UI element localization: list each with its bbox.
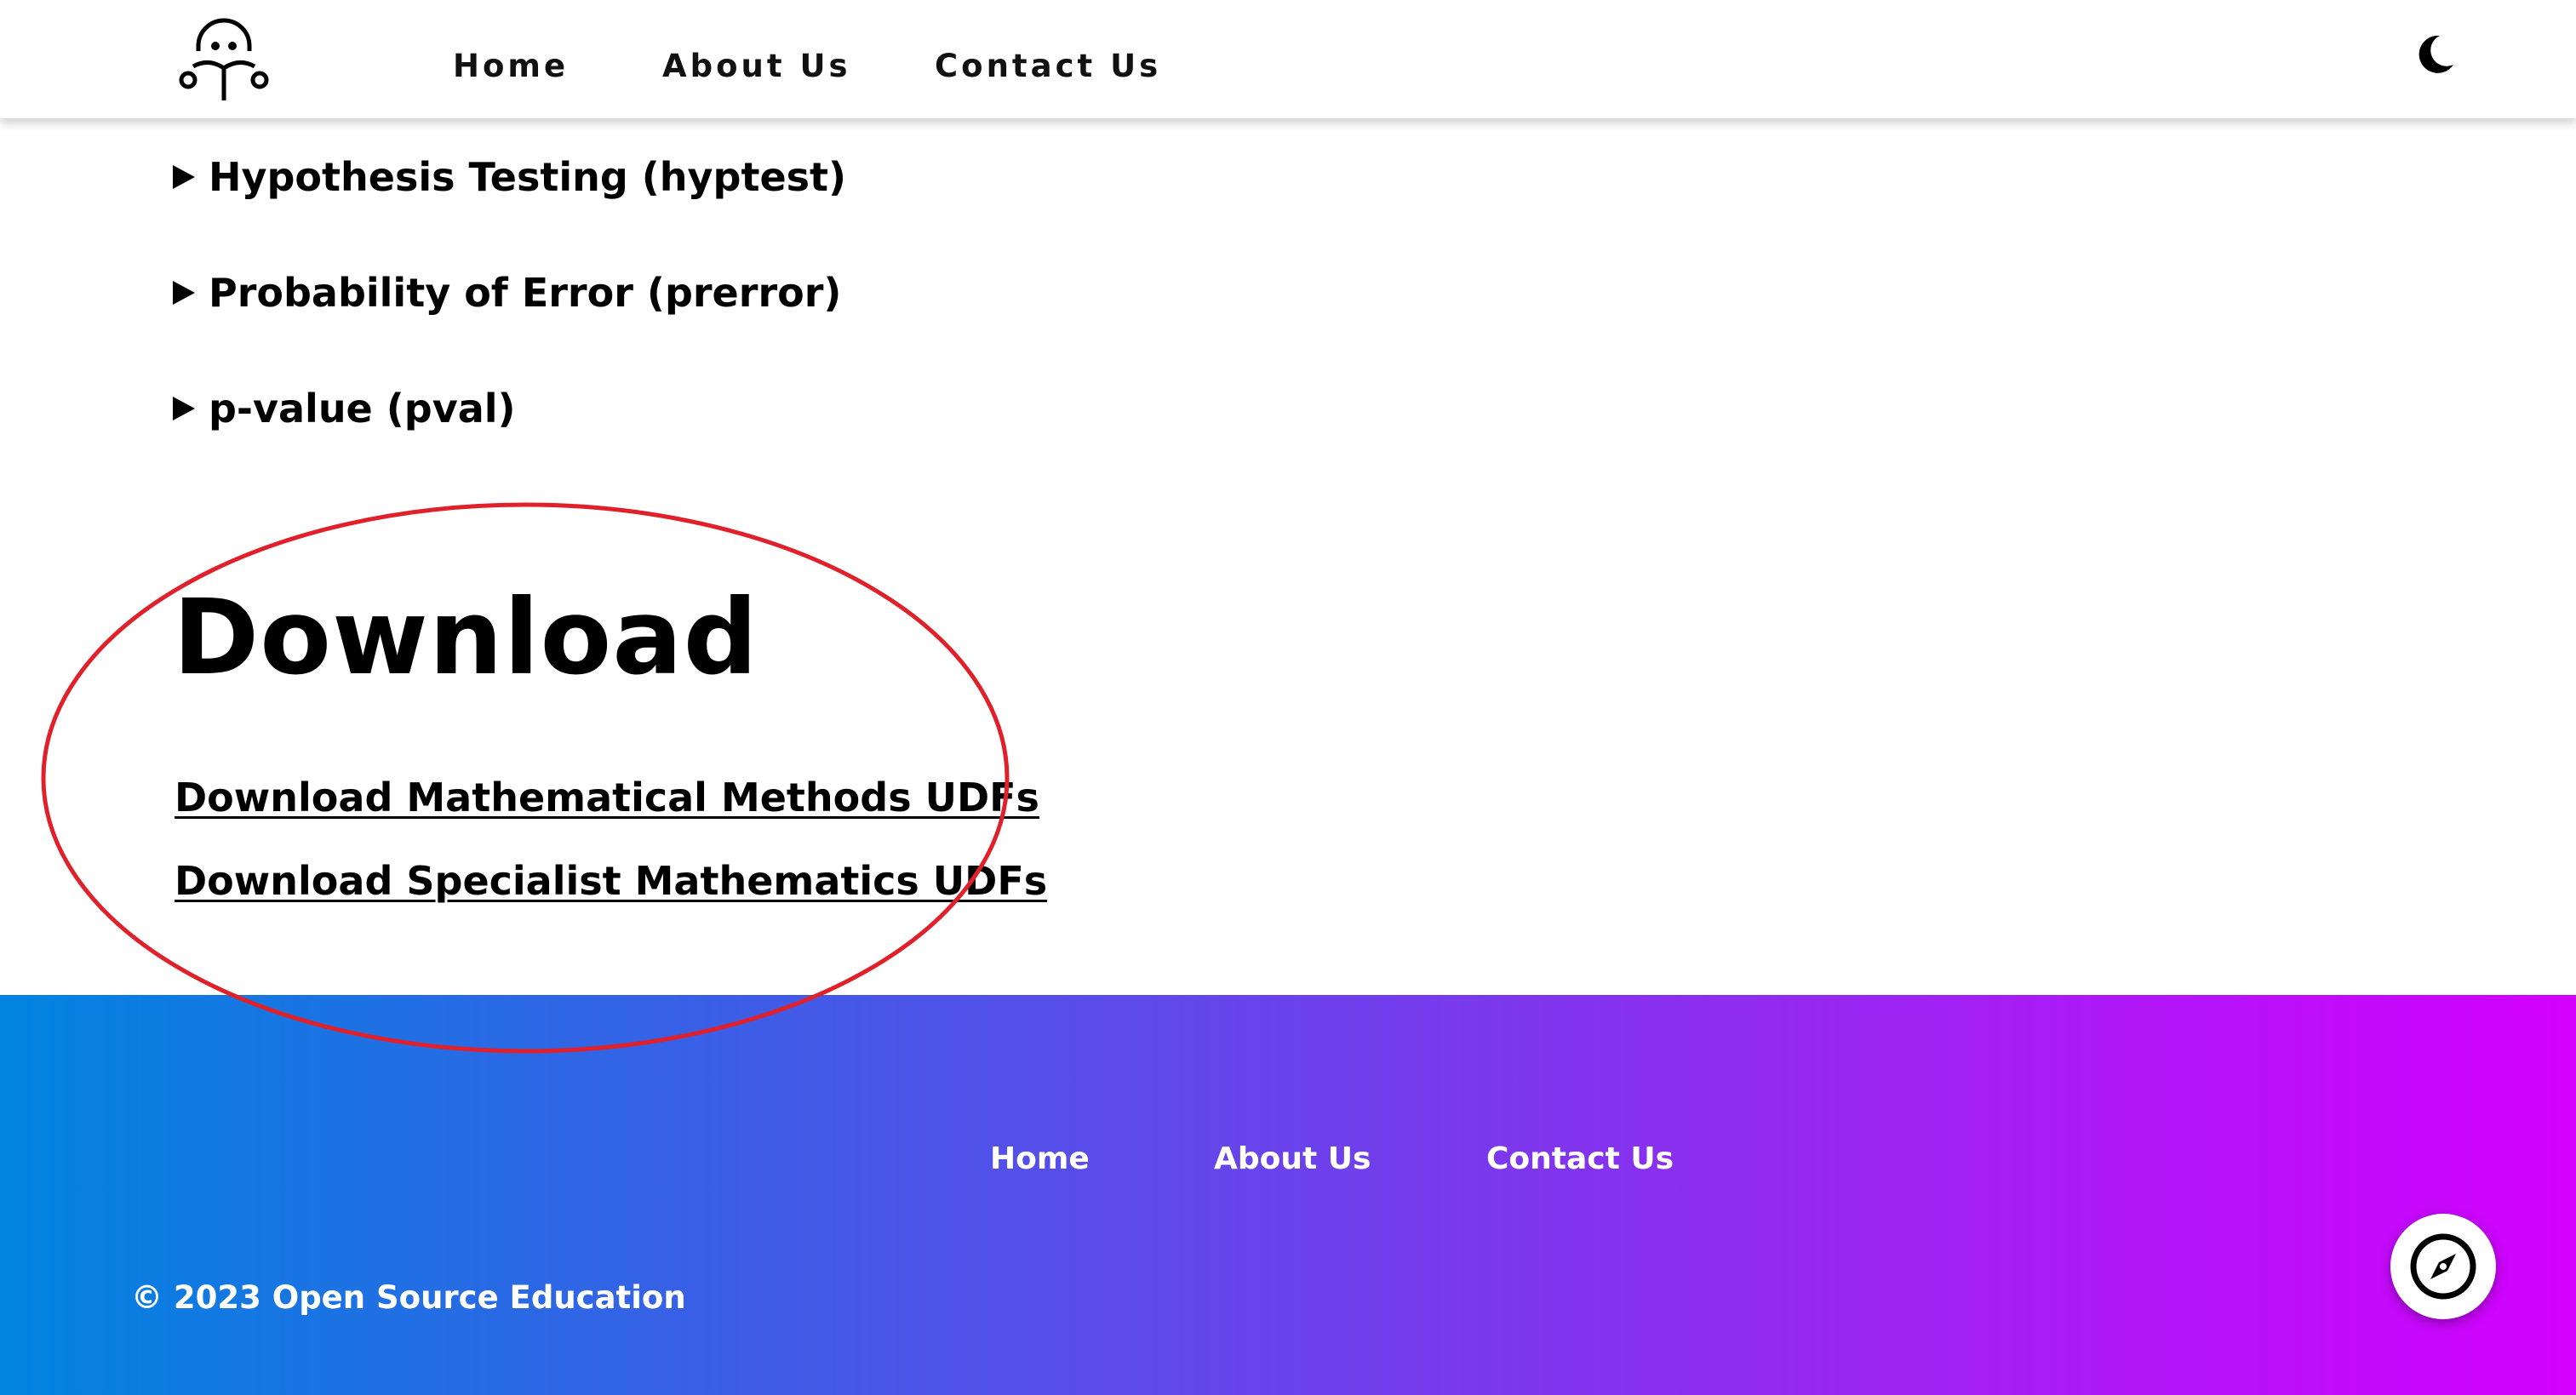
footer-home-link[interactable]: Home (990, 1141, 1090, 1176)
reader-person-logo-icon[interactable] (175, 9, 273, 104)
footer-about-link[interactable]: About Us (1214, 1141, 1371, 1176)
floating-compass-button[interactable] (2390, 1214, 2496, 1319)
download-specialist-mathematics-link[interactable]: Download Specialist Mathematics UDFs (175, 858, 1047, 904)
nav-contact-link[interactable]: Contact Us (935, 48, 1161, 84)
theme-toggle-button[interactable] (2411, 31, 2459, 78)
footer-contact-link[interactable]: Contact Us (1486, 1141, 1674, 1176)
copyright-text: © 2023 Open Source Education (131, 1279, 686, 1316)
triangle-right-icon (173, 397, 195, 420)
triangle-right-icon (173, 281, 195, 305)
accordion-label: Probability of Error (prerror) (209, 270, 842, 316)
download-mathematical-methods-link[interactable]: Download Mathematical Methods UDFs (175, 775, 1039, 820)
nav-home-link[interactable]: Home (453, 48, 569, 84)
site-header: Home About Us Contact Us (0, 0, 2576, 118)
accordion-probability-of-error[interactable]: Probability of Error (prerror) (173, 267, 841, 318)
moon-icon (2419, 35, 2453, 73)
accordion-p-value[interactable]: p-value (pval) (173, 383, 516, 434)
nav-about-link[interactable]: About Us (662, 48, 851, 84)
triangle-right-icon (173, 165, 195, 189)
compass-icon (2410, 1233, 2476, 1300)
accordion-label: p-value (pval) (209, 386, 516, 432)
accordion-hypothesis-testing[interactable]: Hypothesis Testing (hyptest) (173, 152, 846, 203)
download-heading: Download (173, 577, 758, 698)
site-footer: Home About Us Contact Us © 2023 Open Sou… (0, 995, 2576, 1395)
accordion-label: Hypothesis Testing (hyptest) (209, 154, 847, 200)
